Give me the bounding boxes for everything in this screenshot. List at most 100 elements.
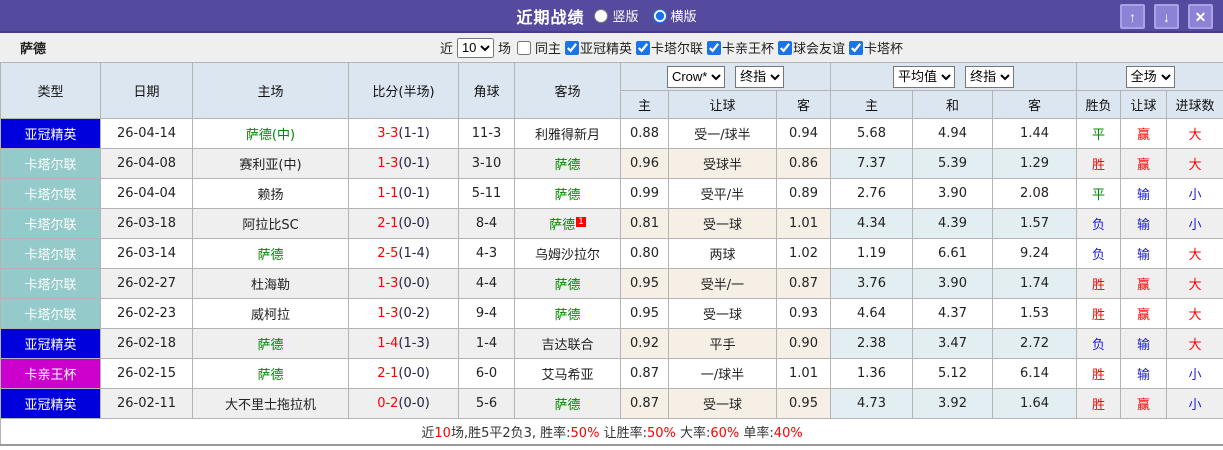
summary-text: 让胜率: bbox=[599, 425, 647, 441]
move-down-button[interactable]: ↓ bbox=[1154, 4, 1179, 29]
summary-stat-value: 50% bbox=[646, 425, 676, 441]
cell-odds-home: 0.99 bbox=[620, 178, 669, 209]
subheader-odds-away: 客 bbox=[775, 90, 832, 119]
cell-away-team: 艾马希亚 bbox=[514, 358, 621, 389]
results-table: 类型 日期 主场 比分(半场) 角球 客场 Crow* 终指 平均值 终指 全场 bbox=[0, 62, 1223, 446]
cell-result: 负 bbox=[1076, 208, 1122, 239]
panel-title: 近期战绩 bbox=[516, 7, 585, 27]
cell-score: 2-1(0-0) bbox=[348, 358, 459, 389]
league-label[interactable]: 卡塔杯 bbox=[864, 42, 903, 57]
cell-corners: 1-4 bbox=[458, 328, 515, 359]
table-row: 卡塔尔联 26-04-08 赛利亚(中) 1-3(0-1) 3-10 萨德 0.96 受球半 0… bbox=[0, 148, 1223, 179]
odds-company-group: Crow* 终指 bbox=[619, 62, 832, 91]
cell-corners: 5-11 bbox=[458, 178, 515, 209]
title-bar: 近期战绩 竖版 横版 ↑ ↓ ✕ bbox=[0, 0, 1223, 33]
horizontal-layout-label[interactable]: 横版 bbox=[671, 6, 697, 25]
matches-unit-label: 场 bbox=[497, 42, 511, 57]
cell-avg-draw: 3.90 bbox=[912, 268, 994, 299]
cell-handicap: 一/球半 bbox=[668, 358, 777, 389]
final-odds-select-1[interactable]: 终指 bbox=[735, 65, 785, 88]
same-home-label[interactable]: 同主 bbox=[535, 38, 561, 57]
cell-score: 1-1(0-1) bbox=[348, 178, 459, 209]
score-fulltime: 2-1 bbox=[377, 366, 399, 381]
cell-away-team: 利雅得新月 bbox=[514, 118, 621, 149]
cell-avg-draw: 4.37 bbox=[912, 298, 994, 329]
cell-avg-away: 2.08 bbox=[992, 178, 1078, 209]
cell-away-team: 萨德 bbox=[514, 178, 621, 209]
score-halftime: (0-0) bbox=[398, 396, 430, 411]
close-button[interactable]: ✕ bbox=[1188, 4, 1213, 29]
table-row: 卡塔尔联 26-02-23 威柯拉 1-3(0-2) 9-4 萨德 0.95 受一球 0.93 4… bbox=[0, 298, 1223, 329]
cell-avg-away: 1.29 bbox=[992, 148, 1078, 179]
league-checkbox-qatar-league[interactable] bbox=[636, 41, 650, 55]
cell-avg-draw: 4.94 bbox=[912, 118, 994, 149]
cell-handicap-result: 赢 bbox=[1120, 118, 1168, 149]
league-checkbox-acl-elite[interactable] bbox=[564, 41, 579, 55]
cell-score: 0-2(0-0) bbox=[348, 388, 459, 419]
cell-avg-home: 2.38 bbox=[830, 328, 914, 359]
cell-handicap-result: 赢 bbox=[1120, 148, 1168, 179]
cell-handicap: 平手 bbox=[668, 328, 777, 359]
league-label[interactable]: 卡亲王杯 bbox=[722, 42, 774, 57]
league-checkbox-emir-cup[interactable] bbox=[707, 41, 722, 55]
cell-score: 1-3(0-2) bbox=[348, 298, 459, 329]
summary-text: 大率: bbox=[675, 425, 711, 441]
cell-handicap-result: 赢 bbox=[1120, 298, 1168, 329]
move-up-button[interactable]: ↑ bbox=[1120, 4, 1145, 29]
cell-handicap-result: 赢 bbox=[1120, 388, 1168, 419]
cell-goals: 大 bbox=[1166, 298, 1223, 329]
cell-avg-draw: 5.39 bbox=[912, 148, 994, 179]
league-label[interactable]: 卡塔尔联 bbox=[651, 42, 703, 57]
odds-company-select[interactable]: Crow* bbox=[666, 65, 725, 88]
cell-handicap: 受一球 bbox=[668, 298, 777, 329]
cell-league: 卡塔尔联 bbox=[0, 208, 101, 239]
cell-odds-home: 0.81 bbox=[620, 208, 669, 239]
vertical-layout-radio[interactable] bbox=[594, 8, 609, 23]
same-home-checkbox[interactable] bbox=[516, 40, 531, 55]
cell-date: 26-04-04 bbox=[100, 178, 193, 209]
summary-stat-value: 40% bbox=[773, 425, 803, 441]
league-checkbox-qatar-cup[interactable] bbox=[849, 41, 864, 55]
cell-league: 卡塔尔联 bbox=[0, 238, 101, 269]
recent-results-panel: 近期战绩 竖版 横版 ↑ ↓ ✕ 萨德 近 10 场 同主 亚冠精英 卡塔尔联 … bbox=[0, 0, 1223, 450]
cell-score: 1-4(1-3) bbox=[348, 328, 459, 359]
cell-avg-away: 9.24 bbox=[992, 238, 1078, 269]
header-away: 客场 bbox=[514, 62, 621, 119]
subheader-odds-home: 主 bbox=[620, 90, 669, 119]
cell-away-team: 吉达联合 bbox=[514, 328, 621, 359]
header-date: 日期 bbox=[100, 62, 193, 119]
league-label[interactable]: 球会友谊 bbox=[793, 42, 845, 57]
cell-result: 胜 bbox=[1076, 268, 1122, 299]
layout-mode-radios: 竖版 横版 bbox=[594, 6, 706, 25]
cell-away-team: 萨德 bbox=[514, 388, 621, 419]
cell-date: 26-02-11 bbox=[100, 388, 193, 419]
fulltime-select[interactable]: 全场 bbox=[1125, 65, 1175, 88]
league-label[interactable]: 亚冠精英 bbox=[580, 42, 632, 57]
cell-odds-home: 0.88 bbox=[620, 118, 669, 149]
cell-score: 2-1(0-0) bbox=[348, 208, 459, 239]
league-checkbox-club-friendly[interactable] bbox=[778, 41, 793, 55]
cell-odds-away: 0.87 bbox=[775, 268, 832, 299]
cell-league: 卡塔尔联 bbox=[0, 178, 101, 209]
cell-goals: 小 bbox=[1166, 178, 1223, 209]
cell-result: 胜 bbox=[1076, 388, 1122, 419]
cell-avg-home: 1.36 bbox=[830, 358, 914, 389]
average-select[interactable]: 平均值 bbox=[892, 65, 955, 88]
cell-result: 平 bbox=[1076, 178, 1122, 209]
final-odds-select-2[interactable]: 终指 bbox=[965, 65, 1015, 88]
vertical-layout-label[interactable]: 竖版 bbox=[612, 6, 638, 25]
cell-corners: 8-4 bbox=[458, 208, 515, 239]
summary-text: 场,胜5平2负3, 胜率: bbox=[450, 425, 571, 441]
horizontal-layout-radio[interactable] bbox=[652, 8, 667, 23]
match-count-select[interactable]: 10 bbox=[456, 37, 494, 58]
cell-odds-home: 0.95 bbox=[620, 268, 669, 299]
cell-home-team: 萨德 bbox=[192, 328, 349, 359]
cell-avg-draw: 5.12 bbox=[912, 358, 994, 389]
cell-score: 3-3(1-1) bbox=[348, 118, 459, 149]
cell-date: 26-02-18 bbox=[100, 328, 193, 359]
score-halftime: (0-0) bbox=[398, 216, 430, 231]
cell-date: 26-04-14 bbox=[100, 118, 193, 149]
cell-avg-away: 1.74 bbox=[992, 268, 1078, 299]
summary-text: 近 bbox=[421, 425, 435, 441]
cell-home-team: 萨德 bbox=[192, 238, 349, 269]
